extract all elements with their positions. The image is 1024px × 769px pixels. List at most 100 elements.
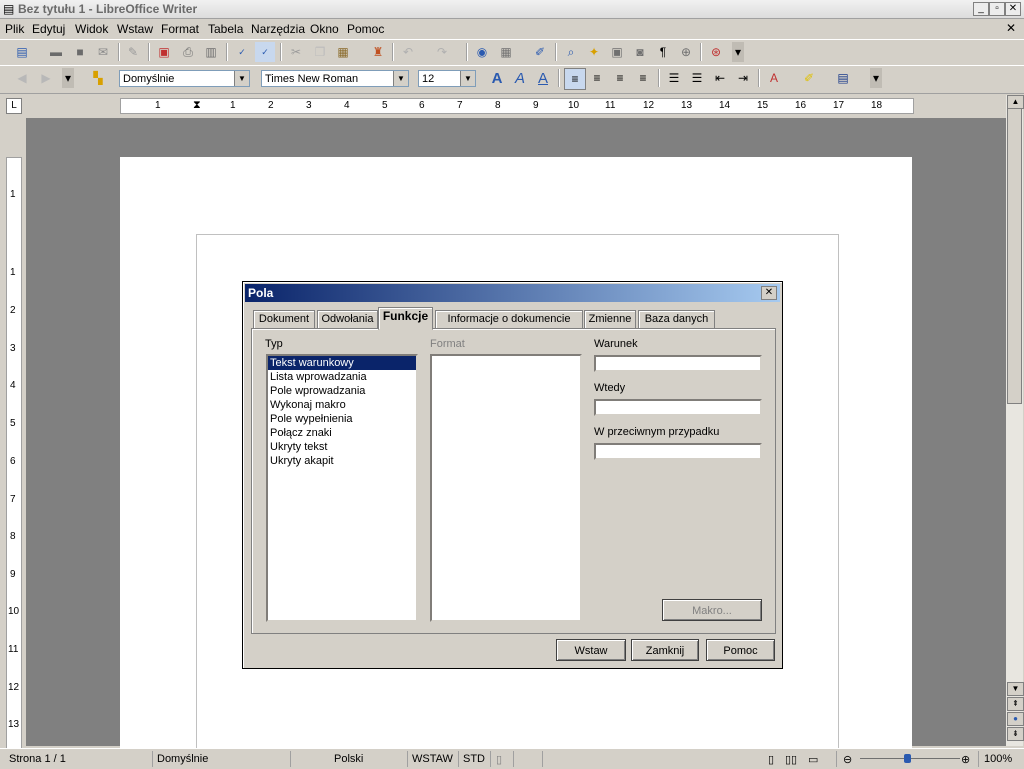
increase-indent-icon[interactable]: ⇥ bbox=[733, 68, 753, 88]
undo-icon[interactable]: ↶ bbox=[398, 42, 418, 62]
email-icon[interactable]: ✉ bbox=[93, 42, 113, 62]
menu-edytuj[interactable]: Edytuj bbox=[32, 22, 65, 36]
print-icon[interactable]: ⎙ bbox=[178, 42, 198, 62]
tab-baza-danych[interactable]: Baza danych bbox=[638, 310, 715, 328]
styles-formatting-icon[interactable]: ▚ bbox=[88, 68, 108, 88]
navigation-icon[interactable]: ● bbox=[1007, 712, 1024, 726]
insert-button[interactable]: Wstaw bbox=[556, 639, 626, 661]
warunek-input[interactable] bbox=[594, 355, 762, 372]
close-document-button[interactable]: ✕ bbox=[1006, 21, 1016, 35]
typ-listbox[interactable]: Tekst warunkowy Lista wprowadzania Pole … bbox=[266, 354, 418, 622]
book-view-icon[interactable]: ▭ bbox=[808, 753, 818, 766]
vertical-scrollbar[interactable]: ▲ ▼ ⇞ ● ⇟ bbox=[1006, 95, 1024, 746]
makro-button[interactable]: Makro... bbox=[662, 599, 762, 621]
toolbar-options-icon[interactable]: ▾ bbox=[870, 68, 882, 88]
decrease-indent-icon[interactable]: ⇤ bbox=[710, 68, 730, 88]
highlight-icon[interactable]: ✐ bbox=[799, 68, 819, 88]
numbering-icon[interactable]: ☰ bbox=[664, 68, 684, 88]
gallery-icon[interactable]: ▣ bbox=[607, 42, 627, 62]
minimize-button[interactable]: _ bbox=[973, 2, 989, 16]
typ-item-pole-wprowadzania[interactable]: Pole wprowadzania bbox=[268, 384, 416, 398]
tab-dokument[interactable]: Dokument bbox=[253, 310, 315, 328]
scroll-down-icon[interactable]: ▼ bbox=[1007, 682, 1024, 696]
horizontal-ruler[interactable]: 1 ⧗ 1 2 3 4 5 6 7 8 9 10 11 12 13 14 15 … bbox=[120, 98, 914, 114]
toolbar-options-icon[interactable]: ▾ bbox=[732, 42, 744, 62]
typ-item-ukryty-akapit[interactable]: Ukryty akapit bbox=[268, 454, 416, 468]
zoom-slider-handle[interactable] bbox=[904, 754, 911, 763]
align-left-icon[interactable]: ≡ bbox=[564, 68, 586, 90]
single-page-view-icon[interactable]: ▯ bbox=[768, 753, 774, 766]
align-right-icon[interactable]: ≡ bbox=[610, 68, 630, 88]
tab-zmienne[interactable]: Zmienne bbox=[584, 310, 636, 328]
underline-icon[interactable]: A bbox=[533, 68, 553, 88]
zoom-in-icon[interactable]: ⊕ bbox=[961, 753, 970, 766]
scroll-up-icon[interactable]: ▲ bbox=[1007, 95, 1024, 109]
open-icon[interactable]: ▬ bbox=[46, 42, 66, 62]
help-icon[interactable]: ⊛ bbox=[706, 42, 726, 62]
wtedy-input[interactable] bbox=[594, 399, 762, 416]
chevron-down-icon[interactable]: ▼ bbox=[234, 71, 249, 86]
selection-mode-status[interactable]: STD bbox=[463, 753, 485, 765]
navigator-icon[interactable]: ✦ bbox=[584, 42, 604, 62]
tab-odwolania[interactable]: Odwołania bbox=[317, 310, 378, 328]
scrollbar-thumb[interactable] bbox=[1007, 108, 1022, 404]
bullets-icon[interactable]: ☰ bbox=[687, 68, 707, 88]
indent-marker-icon[interactable]: ⧗ bbox=[193, 99, 201, 112]
typ-item-wykonaj-makro[interactable]: Wykonaj makro bbox=[268, 398, 416, 412]
page-count[interactable]: Strona 1 / 1 bbox=[9, 753, 66, 765]
export-pdf-icon[interactable]: ▣ bbox=[154, 42, 174, 62]
w-przeciwnym-przypadku-input[interactable] bbox=[594, 443, 762, 460]
redo-icon[interactable]: ↷ bbox=[432, 42, 452, 62]
align-center-icon[interactable]: ≡ bbox=[587, 68, 607, 88]
formatting-marks-icon[interactable]: ¶ bbox=[653, 42, 673, 62]
paste-icon[interactable]: ▦ bbox=[333, 42, 353, 62]
font-size-combo[interactable]: 12 ▼ bbox=[418, 70, 476, 87]
paragraph-style-combo[interactable]: Domyślnie ▼ bbox=[119, 70, 250, 87]
tab-funkcje[interactable]: Funkcje bbox=[378, 307, 433, 330]
menu-wstaw[interactable]: Wstaw bbox=[117, 22, 153, 36]
hyperlink-icon[interactable]: ◉ bbox=[472, 42, 492, 62]
vertical-ruler[interactable]: 1 1 2 3 4 5 6 7 8 9 10 11 12 13 bbox=[6, 157, 22, 749]
find-replace-icon[interactable]: ⌕ bbox=[561, 42, 581, 62]
show-draw-icon[interactable]: ✐ bbox=[530, 42, 550, 62]
zoom-out-icon[interactable]: ⊖ bbox=[843, 753, 852, 766]
spellcheck-icon[interactable]: ✓ bbox=[232, 42, 252, 62]
save-icon[interactable]: ■ bbox=[70, 42, 90, 62]
previous-page-icon[interactable]: ⇞ bbox=[1007, 697, 1024, 711]
page-style[interactable]: Domyślnie bbox=[157, 753, 208, 765]
toolbar-options-icon[interactable]: ▾ bbox=[62, 68, 74, 88]
help-button[interactable]: Pomoc bbox=[706, 639, 775, 661]
font-color-icon[interactable]: A bbox=[764, 68, 784, 88]
cut-icon[interactable]: ✂ bbox=[286, 42, 306, 62]
tab-stop-type-icon[interactable]: L bbox=[6, 98, 22, 114]
font-name-combo[interactable]: Times New Roman ▼ bbox=[261, 70, 409, 87]
data-sources-icon[interactable]: ◙ bbox=[630, 42, 650, 62]
maximize-button[interactable]: ▫ bbox=[989, 2, 1005, 16]
typ-item-polacz-znaki[interactable]: Połącz znaki bbox=[268, 426, 416, 440]
typ-item-lista-wprowadzania[interactable]: Lista wprowadzania bbox=[268, 370, 416, 384]
typ-item-tekst-warunkowy[interactable]: Tekst warunkowy bbox=[268, 356, 416, 370]
menu-pomoc[interactable]: Pomoc bbox=[347, 22, 384, 36]
menu-format[interactable]: Format bbox=[161, 22, 199, 36]
format-listbox[interactable] bbox=[430, 354, 582, 622]
tab-informacje-o-dokumencie[interactable]: Informacje o dokumencie bbox=[435, 310, 583, 328]
back-icon[interactable]: ◀ bbox=[12, 68, 32, 88]
dialog-title-bar[interactable]: Pola ✕ bbox=[245, 284, 780, 302]
copy-icon[interactable]: ❐ bbox=[310, 42, 330, 62]
menu-widok[interactable]: Widok bbox=[75, 22, 108, 36]
language-status[interactable]: Polski bbox=[334, 753, 363, 765]
typ-item-pole-wypelnienia[interactable]: Pole wypełnienia bbox=[268, 412, 416, 426]
autospellcheck-icon[interactable]: ✓ bbox=[255, 42, 275, 62]
multi-page-view-icon[interactable]: ▯▯ bbox=[785, 753, 797, 766]
zoom-icon[interactable]: ⊕ bbox=[676, 42, 696, 62]
chevron-down-icon[interactable]: ▼ bbox=[393, 71, 408, 86]
menu-tabela[interactable]: Tabela bbox=[208, 22, 243, 36]
italic-icon[interactable]: A bbox=[510, 68, 530, 88]
forward-icon[interactable]: ▶ bbox=[36, 68, 56, 88]
print-preview-icon[interactable]: ▥ bbox=[201, 42, 221, 62]
menu-narzedzia[interactable]: Narzędzia bbox=[251, 22, 305, 36]
zoom-level[interactable]: 100% bbox=[984, 753, 1012, 765]
bold-icon[interactable]: A bbox=[487, 68, 507, 88]
background-color-icon[interactable]: ▤ bbox=[833, 68, 853, 88]
next-page-icon[interactable]: ⇟ bbox=[1007, 727, 1024, 741]
